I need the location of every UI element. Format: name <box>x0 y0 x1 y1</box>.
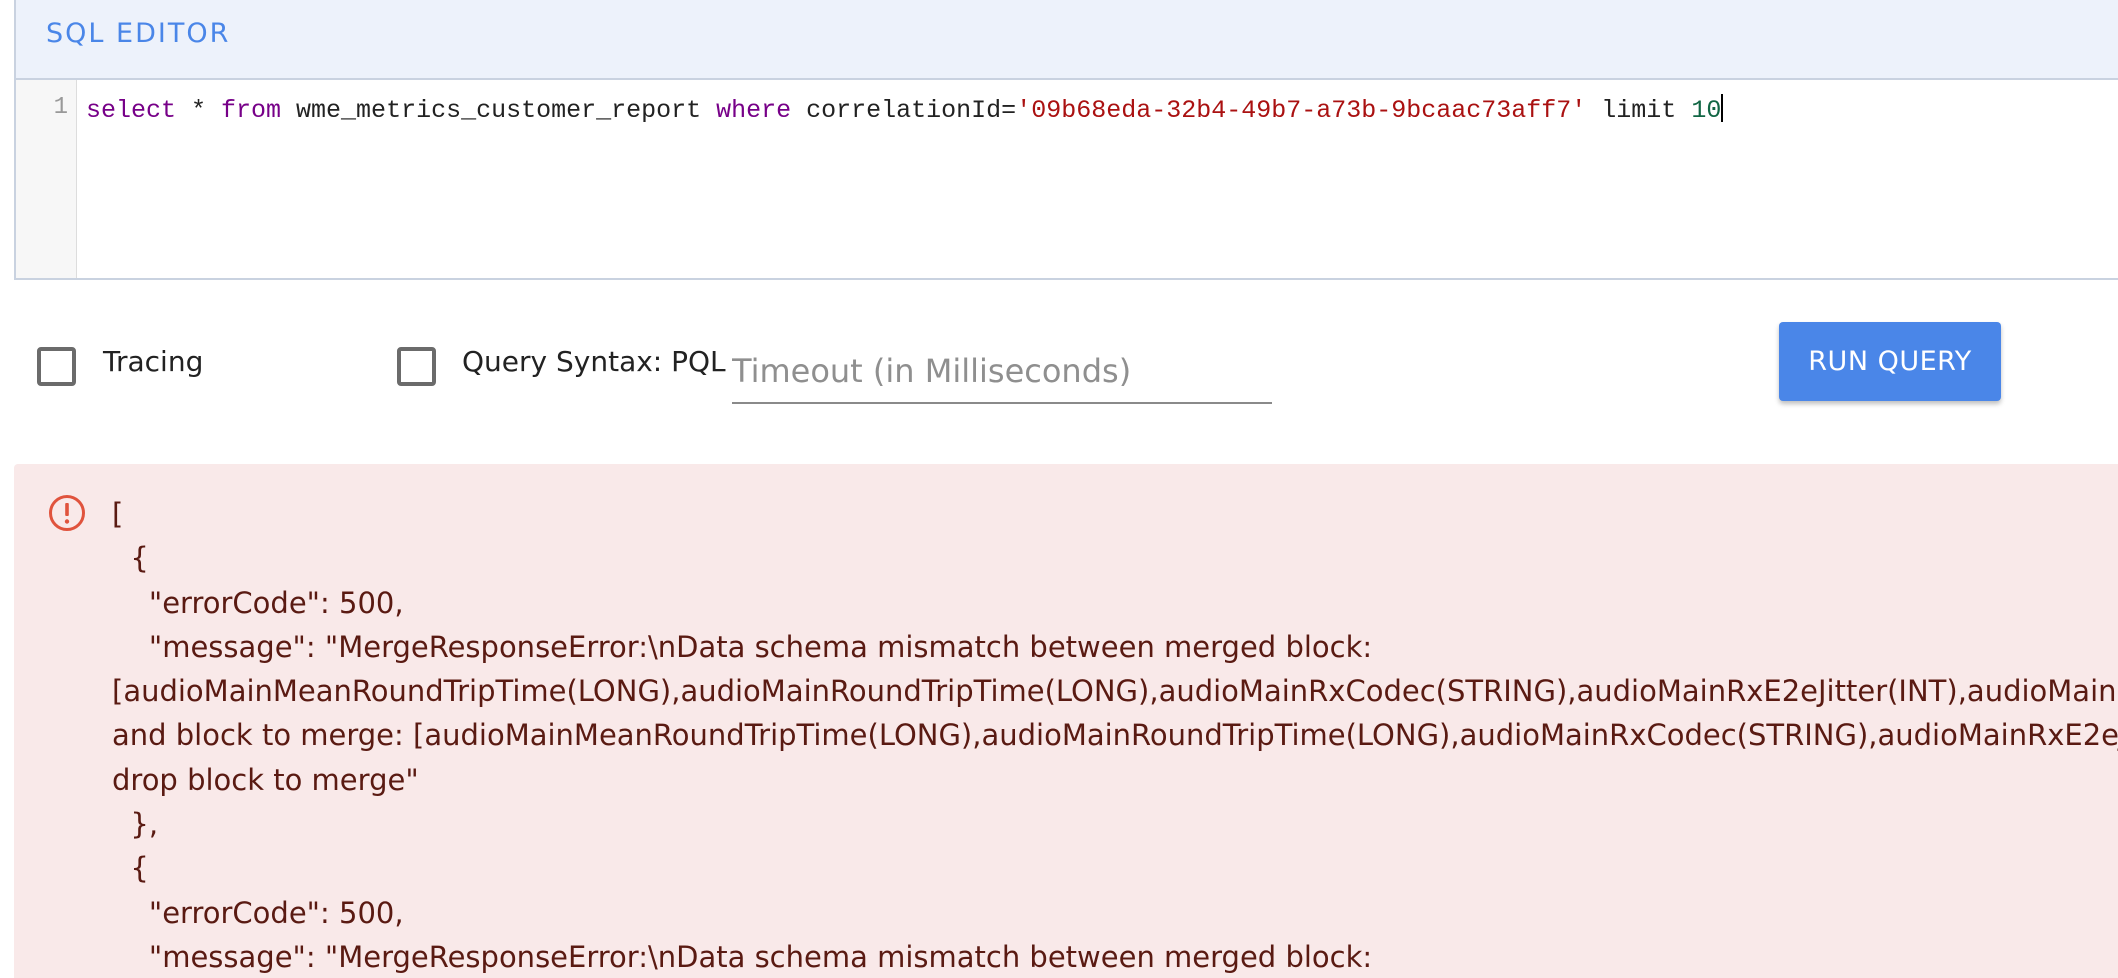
code-line[interactable]: select * from wme_metrics_customer_repor… <box>86 94 1724 125</box>
tracing-checkbox[interactable] <box>37 347 76 386</box>
text-cursor <box>1721 94 1724 122</box>
code-token: * <box>176 96 222 125</box>
error-line: "message": "MergeResponseError:\nData sc… <box>112 939 1373 974</box>
error-line: { <box>112 541 149 576</box>
code-token: wme_metrics_customer_report <box>281 96 717 125</box>
error-panel: [ { "errorCode": 500, "message": "MergeR… <box>14 464 2118 978</box>
line-number: 1 <box>53 94 68 121</box>
run-query-button[interactable]: RUN QUERY <box>1779 322 2001 401</box>
code-token: correlationId= <box>791 96 1017 125</box>
line-number-gutter: 1 <box>16 80 77 278</box>
code-token: where <box>716 96 792 125</box>
error-line: "errorCode": 500, <box>112 895 404 930</box>
code-token: from <box>221 96 282 125</box>
query-syntax-pql-label: Query Syntax: PQL <box>462 345 726 378</box>
code-token: 10 <box>1691 96 1722 125</box>
sql-editor-title: SQL EDITOR <box>46 18 231 49</box>
sql-editor-panel: SQL EDITOR 1 select * from wme_metrics_c… <box>14 0 2118 280</box>
timeout-input[interactable] <box>732 340 1272 404</box>
error-line: "errorCode": 500, <box>112 585 404 620</box>
error-line: [ <box>112 497 124 531</box>
query-syntax-pql-checkbox[interactable] <box>397 347 436 386</box>
error-line: "message": "MergeResponseError:\nData sc… <box>112 629 1373 664</box>
error-line: [audioMainMeanRoundTripTime(LONG),audioM… <box>112 674 2118 709</box>
code-token: '09b68eda-32b4-49b7-a73b-9bcaac73aff7' <box>1016 96 1587 125</box>
error-line: }, <box>112 807 159 842</box>
code-editor[interactable]: 1 select * from wme_metrics_customer_rep… <box>16 80 2118 278</box>
error-message: [ { "errorCode": 500, "message": "MergeR… <box>112 492 2118 978</box>
error-circle-icon <box>49 495 85 531</box>
error-line: { <box>112 851 149 886</box>
sql-editor-header: SQL EDITOR <box>16 0 2118 80</box>
error-line: and block to merge: [audioMainMeanRoundT… <box>112 718 2118 753</box>
code-token: select <box>86 96 177 125</box>
error-line: drop block to merge" <box>112 762 419 797</box>
tracing-label: Tracing <box>103 345 204 378</box>
code-token: limit <box>1586 96 1692 125</box>
